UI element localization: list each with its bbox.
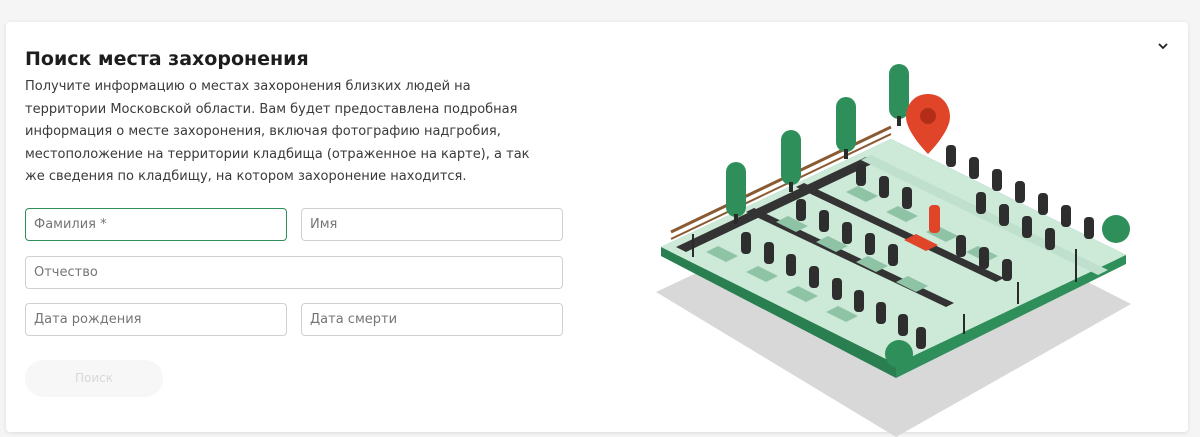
search-card: Поиск места захоронения Получите информа… — [6, 22, 1188, 437]
middle-name-input[interactable] — [25, 256, 563, 289]
cemetery-illustration — [656, 64, 1131, 437]
death-date-input[interactable] — [301, 303, 563, 336]
birth-date-input[interactable] — [25, 303, 287, 336]
description-text: Получите информацию о местах захоронения… — [25, 79, 530, 184]
last-name-input[interactable] — [25, 208, 287, 241]
chevron-down-icon[interactable] — [1156, 40, 1170, 54]
page-title: Поиск места захоронения — [25, 48, 309, 70]
first-name-input[interactable] — [301, 208, 563, 241]
search-button[interactable]: Поиск — [25, 360, 163, 397]
